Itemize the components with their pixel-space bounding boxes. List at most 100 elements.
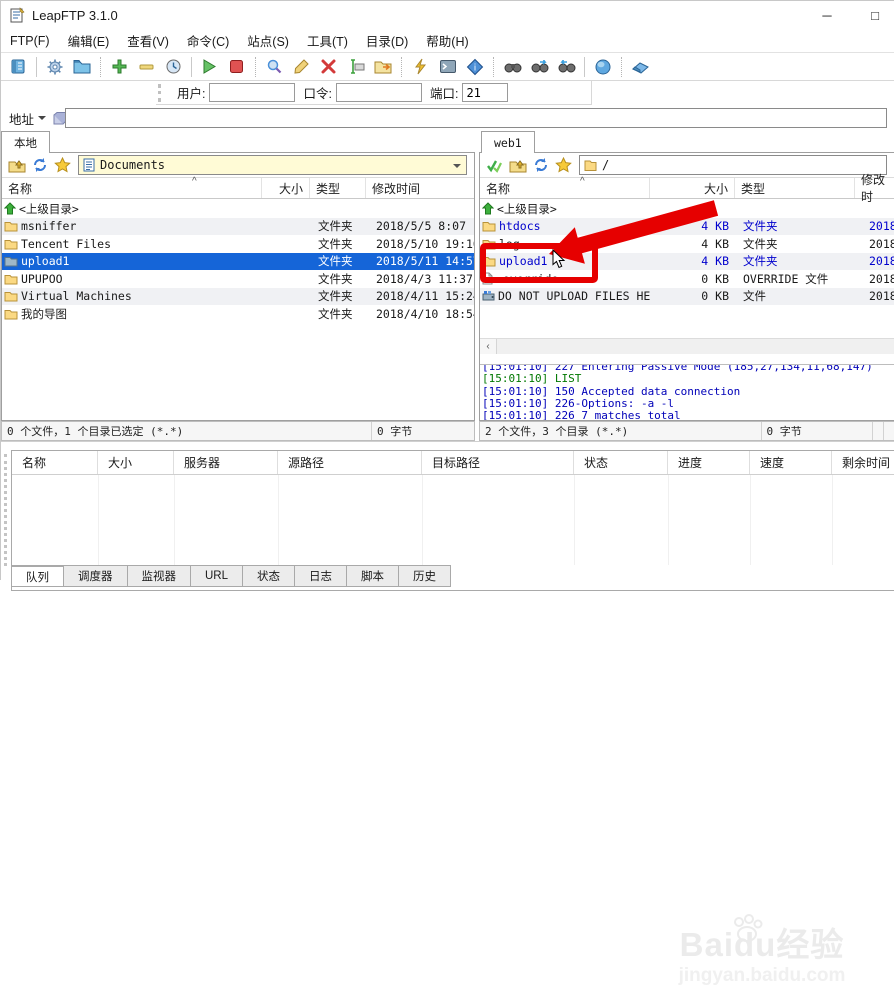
remote-size-status: 0 字节	[762, 422, 873, 440]
queue-column-remaining[interactable]: 剩余时间	[832, 451, 894, 474]
user-input[interactable]	[209, 83, 295, 102]
site-manager-icon[interactable]	[5, 55, 32, 79]
refresh-icon[interactable]	[529, 154, 552, 176]
table-row-selected[interactable]: upload1 文件夹2018/5/11 14:57	[2, 253, 474, 271]
tab-queue[interactable]: 队列	[11, 565, 64, 587]
column-date[interactable]: 修改时间	[366, 178, 474, 198]
local-path-combo[interactable]: Documents	[78, 155, 467, 175]
password-input[interactable]	[336, 83, 422, 102]
menu-command[interactable]: 命令(C)	[178, 28, 238, 53]
remote-path-combo[interactable]: /	[579, 155, 887, 175]
drag-grip[interactable]	[158, 84, 163, 102]
tab-history[interactable]: 历史	[399, 565, 451, 587]
settings-gear-icon[interactable]	[41, 55, 68, 79]
local-path-value: Documents	[100, 158, 165, 172]
move-folder-icon[interactable]	[369, 55, 396, 79]
toolbar-separator	[191, 57, 192, 77]
drag-grip[interactable]	[4, 454, 7, 566]
tab-log[interactable]: 日志	[295, 565, 347, 587]
folder-options-icon[interactable]	[68, 55, 95, 79]
queue-column-progress[interactable]: 进度	[668, 451, 750, 474]
rename-icon[interactable]	[342, 55, 369, 79]
column-type[interactable]: 类型	[735, 178, 855, 198]
edit-pencil-icon[interactable]	[288, 55, 315, 79]
delete-icon[interactable]	[315, 55, 342, 79]
menu-dir[interactable]: 目录(D)	[357, 28, 417, 53]
help-book-icon[interactable]	[627, 55, 654, 79]
menu-edit[interactable]: 编辑(E)	[59, 28, 119, 53]
tab-url[interactable]: URL	[191, 565, 243, 587]
queue-column-target[interactable]: 目标路径	[422, 451, 574, 474]
favorites-star-icon[interactable]	[51, 154, 74, 176]
minimize-button[interactable]: ─	[805, 1, 849, 29]
column-size[interactable]: 大小	[262, 178, 310, 198]
column-name[interactable]: 名称	[2, 178, 262, 198]
address-input[interactable]	[65, 108, 887, 128]
menu-help[interactable]: 帮助(H)	[417, 28, 477, 53]
sync-browse-icon[interactable]	[483, 154, 506, 176]
column-type[interactable]: 类型	[310, 178, 366, 198]
queue-column-source[interactable]: 源路径	[278, 451, 422, 474]
ftp-log[interactable]: [15:01:10] 227 Entering Passive Mode (18…	[480, 364, 894, 420]
table-row[interactable]: Tencent Files 文件夹2018/5/10 19:10	[2, 235, 474, 253]
table-row[interactable]: 我的导图 文件夹2018/4/10 18:54	[2, 305, 474, 323]
queue-column-size[interactable]: 大小	[98, 451, 174, 474]
remove-icon[interactable]	[133, 55, 160, 79]
folder-up-icon[interactable]	[506, 154, 529, 176]
horizontal-scrollbar[interactable]: ‹	[480, 338, 894, 354]
find-icon[interactable]	[499, 55, 526, 79]
menu-tools[interactable]: 工具(T)	[298, 28, 357, 53]
tab-monitor[interactable]: 监视器	[128, 565, 192, 587]
watermark-brand-cn: 经验	[776, 926, 844, 963]
quick-connect-icon[interactable]	[407, 55, 434, 79]
table-row[interactable]: msniffer 文件夹2018/5/5 8:07	[2, 218, 474, 236]
start-transfer-icon[interactable]	[196, 55, 223, 79]
tab-local[interactable]: 本地	[1, 131, 50, 153]
chevron-down-icon	[453, 164, 461, 168]
tab-status[interactable]: 状态	[243, 565, 295, 587]
table-row[interactable]: DO NOT UPLOAD FILES HERE 0 KB文件2018/5	[480, 288, 894, 306]
favorites-star-icon[interactable]	[552, 154, 575, 176]
menu-view[interactable]: 查看(V)	[118, 28, 178, 53]
menu-site[interactable]: 站点(S)	[238, 28, 298, 53]
queue-column-status[interactable]: 状态	[574, 451, 668, 474]
mouse-cursor	[552, 249, 567, 269]
refresh-icon[interactable]	[28, 154, 51, 176]
stop-transfer-icon[interactable]	[223, 55, 250, 79]
table-row[interactable]: Virtual Machines 文件夹2018/4/11 15:24	[2, 288, 474, 306]
log-line: [15:01:10] 226 7 matches total	[482, 410, 892, 420]
add-icon[interactable]	[106, 55, 133, 79]
queue-column-server[interactable]: 服务器	[174, 451, 278, 474]
parent-dir-row[interactable]: <上级目录>	[2, 200, 474, 218]
tab-remote-site[interactable]: web1	[481, 131, 535, 153]
menu-ftp[interactable]: FTP(F)	[1, 31, 59, 51]
port-input[interactable]	[462, 83, 508, 102]
toolbar-separator	[493, 57, 494, 77]
column-date[interactable]: 修改时	[855, 178, 894, 198]
tab-scheduler[interactable]: 调度器	[64, 565, 128, 587]
toolbar-separator	[255, 57, 256, 77]
table-row[interactable]: UPUPOO 文件夹2018/4/3 11:37	[2, 270, 474, 288]
tab-script[interactable]: 脚本	[347, 565, 399, 587]
queue-column-speed[interactable]: 速度	[750, 451, 832, 474]
title-bar: LeapFTP 3.1.0 ─ □	[1, 1, 894, 29]
queue-column-name[interactable]: 名称	[12, 451, 98, 474]
remote-path-value: /	[602, 158, 609, 172]
scroll-left-icon[interactable]: ‹	[480, 339, 497, 354]
address-dropdown[interactable]: 地址	[9, 109, 46, 128]
info-icon[interactable]: i	[461, 55, 488, 79]
maximize-button[interactable]: □	[853, 1, 894, 29]
schedule-clock-icon[interactable]	[160, 55, 187, 79]
chevron-down-icon	[38, 116, 46, 120]
folder-up-icon[interactable]	[5, 154, 28, 176]
local-file-list: <上级目录> msniffer 文件夹2018/5/5 8:07 Tencent…	[2, 200, 474, 420]
queue-tabs: 队列 调度器 监视器 URL 状态 日志 脚本 历史	[11, 565, 451, 587]
remote-count-status: 2 个文件，3 个目录 (*.*)	[480, 422, 762, 440]
globe-icon[interactable]	[589, 55, 616, 79]
console-icon[interactable]	[434, 55, 461, 79]
watermark-url: jingyan.baidu.com	[637, 965, 887, 987]
find-next-icon[interactable]	[526, 55, 553, 79]
search-icon[interactable]	[261, 55, 288, 79]
find-prev-icon[interactable]	[553, 55, 580, 79]
password-label: 口令:	[303, 83, 331, 102]
